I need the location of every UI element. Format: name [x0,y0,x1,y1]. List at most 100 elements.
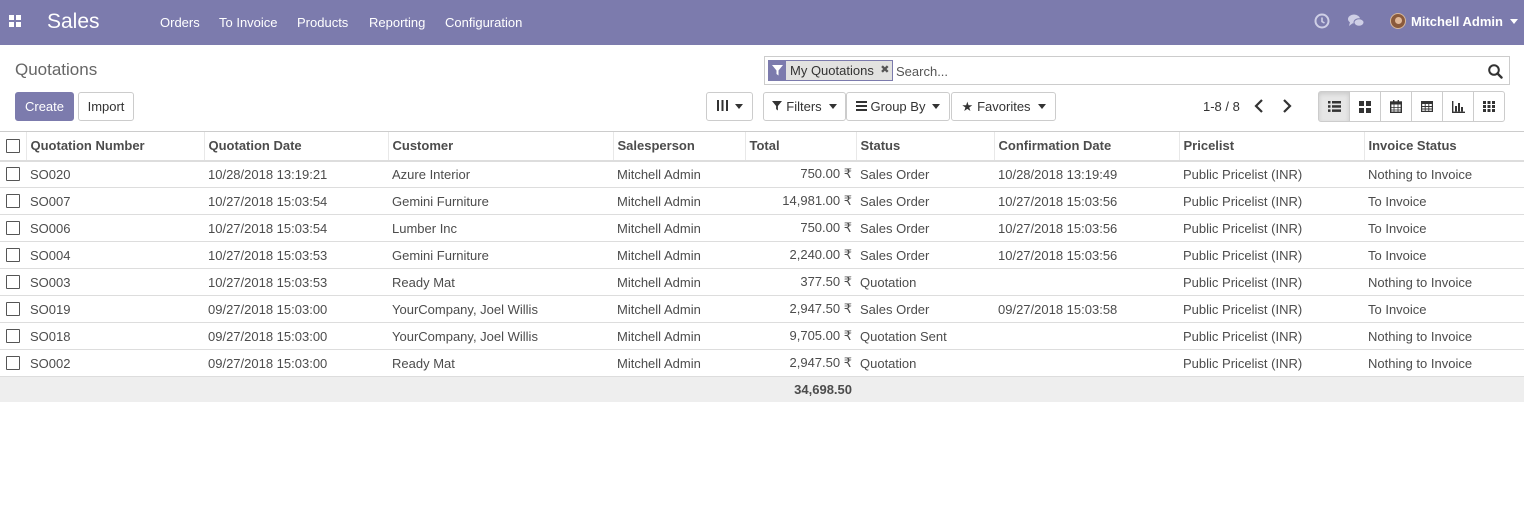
invoice-status-cell: To Invoice [1364,295,1524,323]
table-row[interactable]: SO002 09/27/2018 15:03:00 Ready Mat Mitchel… [0,349,1524,377]
row-checkbox[interactable] [6,356,20,370]
column-header-invoice-status[interactable]: Invoice Status [1363,131,1524,162]
total-cell: 377.50 ₹ [745,268,856,296]
quotation-number-cell: SO004 [26,241,204,269]
quotations-table: Quotation Number Quotation Date Customer… [0,131,1524,402]
column-header-total[interactable]: Total [744,131,856,162]
menu-orders[interactable]: Orders [160,15,200,30]
row-checkbox[interactable] [6,194,20,208]
chevron-left-icon[interactable] [1254,99,1264,116]
chevron-right-icon[interactable] [1282,99,1292,116]
column-header-status[interactable]: Status [855,131,994,162]
breadcrumb: Quotations [15,60,98,79]
row-checkbox[interactable] [6,167,20,182]
quotation-date-cell: 10/27/2018 15:03:54 [204,187,388,215]
invoice-status-cell: Nothing to Invoice [1364,349,1524,377]
customer-cell: Ready Mat [388,349,613,377]
search-icon[interactable] [1488,64,1503,82]
pricelist-cell: Public Pricelist (INR) [1179,295,1364,323]
chat-icon[interactable] [1347,13,1365,32]
salesperson-cell: Mitchell Admin [617,166,701,182]
clock-icon[interactable] [1314,13,1330,32]
favorites-button[interactable]: ★ Favorites [951,92,1056,121]
salesperson-cell: Mitchell Admin [613,187,745,215]
group-by-button[interactable]: Group By [846,92,950,121]
salesperson-cell: Mitchell Admin [613,295,745,323]
customer-cell: YourCompany, Joel Willis [388,295,613,323]
search-bar[interactable]: My Quotations ✖ [764,56,1510,85]
confirmation-date-cell: 10/27/2018 15:03:56 [994,187,1179,215]
customer-cell: Gemini Furniture [388,241,613,269]
pivot-view-button[interactable] [1411,91,1443,122]
activity-view-button[interactable] [1473,91,1505,122]
user-menu[interactable]: Mitchell Admin [1390,13,1518,29]
column-header-confirmation-date[interactable]: Confirmation Date [993,131,1179,162]
table-row[interactable]: SO019 09/27/2018 15:03:00 YourCompany, Joe… [0,295,1524,323]
status-cell: Quotation [856,349,994,377]
table-row[interactable]: SO006 10/27/2018 15:03:54 Lumber Inc Mitche… [0,214,1524,242]
pricelist-cell: Public Pricelist (INR) [1179,241,1364,269]
quotation-date-cell: 10/28/2018 13:19:21 [208,166,328,182]
column-header-pricelist[interactable]: Pricelist [1178,131,1364,162]
invoice-status-cell: Nothing to Invoice [1368,166,1473,182]
table-header-row: Quotation Number Quotation Date Customer… [0,131,1524,162]
customer-cell: Lumber Inc [388,214,613,242]
favorites-label: Favorites [977,99,1031,114]
table-row[interactable]: SO018 09/27/2018 15:03:00 YourCompany, Joe… [0,322,1524,350]
kanban-icon [1359,100,1371,113]
select-all-checkbox[interactable] [6,138,20,153]
table-row[interactable]: SO003 10/27/2018 15:03:53 Ready Mat Mitchel… [0,268,1524,296]
menu-products[interactable]: Products [297,15,348,30]
row-checkbox[interactable] [6,248,20,262]
invoice-status-cell: To Invoice [1364,241,1524,269]
calendar-view-button[interactable] [1380,91,1412,122]
menu-configuration[interactable]: Configuration [445,15,522,30]
optional-columns-button[interactable] [706,92,753,121]
row-checkbox[interactable] [6,329,20,343]
apps-icon[interactable] [9,15,22,28]
chevron-down-icon [1509,18,1518,24]
menu-reporting[interactable]: Reporting [369,15,425,30]
create-button[interactable]: Create [15,92,74,121]
filters-button[interactable]: Filters [763,92,846,121]
table-footer-row: 34,698.50 [0,376,1524,402]
pricelist-cell: Public Pricelist (INR) [1179,349,1364,377]
filters-label: Filters [786,99,822,114]
table-row[interactable]: SO004 10/27/2018 15:03:53 Gemini Furniture… [0,241,1524,269]
column-header-customer[interactable]: Customer [387,131,613,162]
status-cell: Sales Order [856,187,994,215]
list-view-button[interactable] [1318,91,1350,122]
confirmation-date-cell [994,268,1179,296]
status-cell: Sales Order [856,241,994,269]
table-row[interactable]: SO007 10/27/2018 15:03:54 Gemini Furniture… [0,187,1524,215]
salesperson-cell: Mitchell Admin [613,214,745,242]
row-select-cell [0,295,26,323]
row-checkbox[interactable] [6,221,20,235]
total-cell: 2,240.00 ₹ [745,241,856,269]
row-checkbox[interactable] [6,275,20,289]
kanban-view-button[interactable] [1349,91,1381,122]
total-cell: 2,947.50 ₹ [745,349,856,377]
total-cell: 750.00 ₹ [800,166,852,182]
row-select-cell [0,161,26,188]
pricelist-cell: Public Pricelist (INR) [1183,166,1303,182]
column-header-date[interactable]: Quotation Date [203,131,388,162]
quotation-number-cell: SO002 [26,349,204,377]
menu-to-invoice[interactable]: To Invoice [219,15,278,30]
quotation-number-cell: SO003 [26,268,204,296]
top-navbar: Sales Orders To Invoice Products Reporti… [0,0,1524,45]
quotation-date-cell: 10/27/2018 15:03:53 [204,268,388,296]
star-icon: ★ [961,98,974,114]
import-button[interactable]: Import [78,92,134,121]
graph-view-button[interactable] [1442,91,1474,122]
customer-cell: YourCompany, Joel Willis [388,322,613,350]
search-input[interactable] [896,61,1476,81]
column-header-salesperson[interactable]: Salesperson [612,131,745,162]
row-checkbox[interactable] [6,302,20,316]
pager-value[interactable]: 1-8 / 8 [1203,99,1240,114]
column-header-number[interactable]: Quotation Number [25,131,204,162]
confirmation-date-cell: 10/28/2018 13:19:49 [998,166,1118,182]
calendar-icon [1390,100,1402,113]
close-icon[interactable]: ✖ [878,61,892,80]
table-row[interactable]: SO020 10/28/2018 13:19:21 Azure Interior Mi… [0,161,1524,188]
